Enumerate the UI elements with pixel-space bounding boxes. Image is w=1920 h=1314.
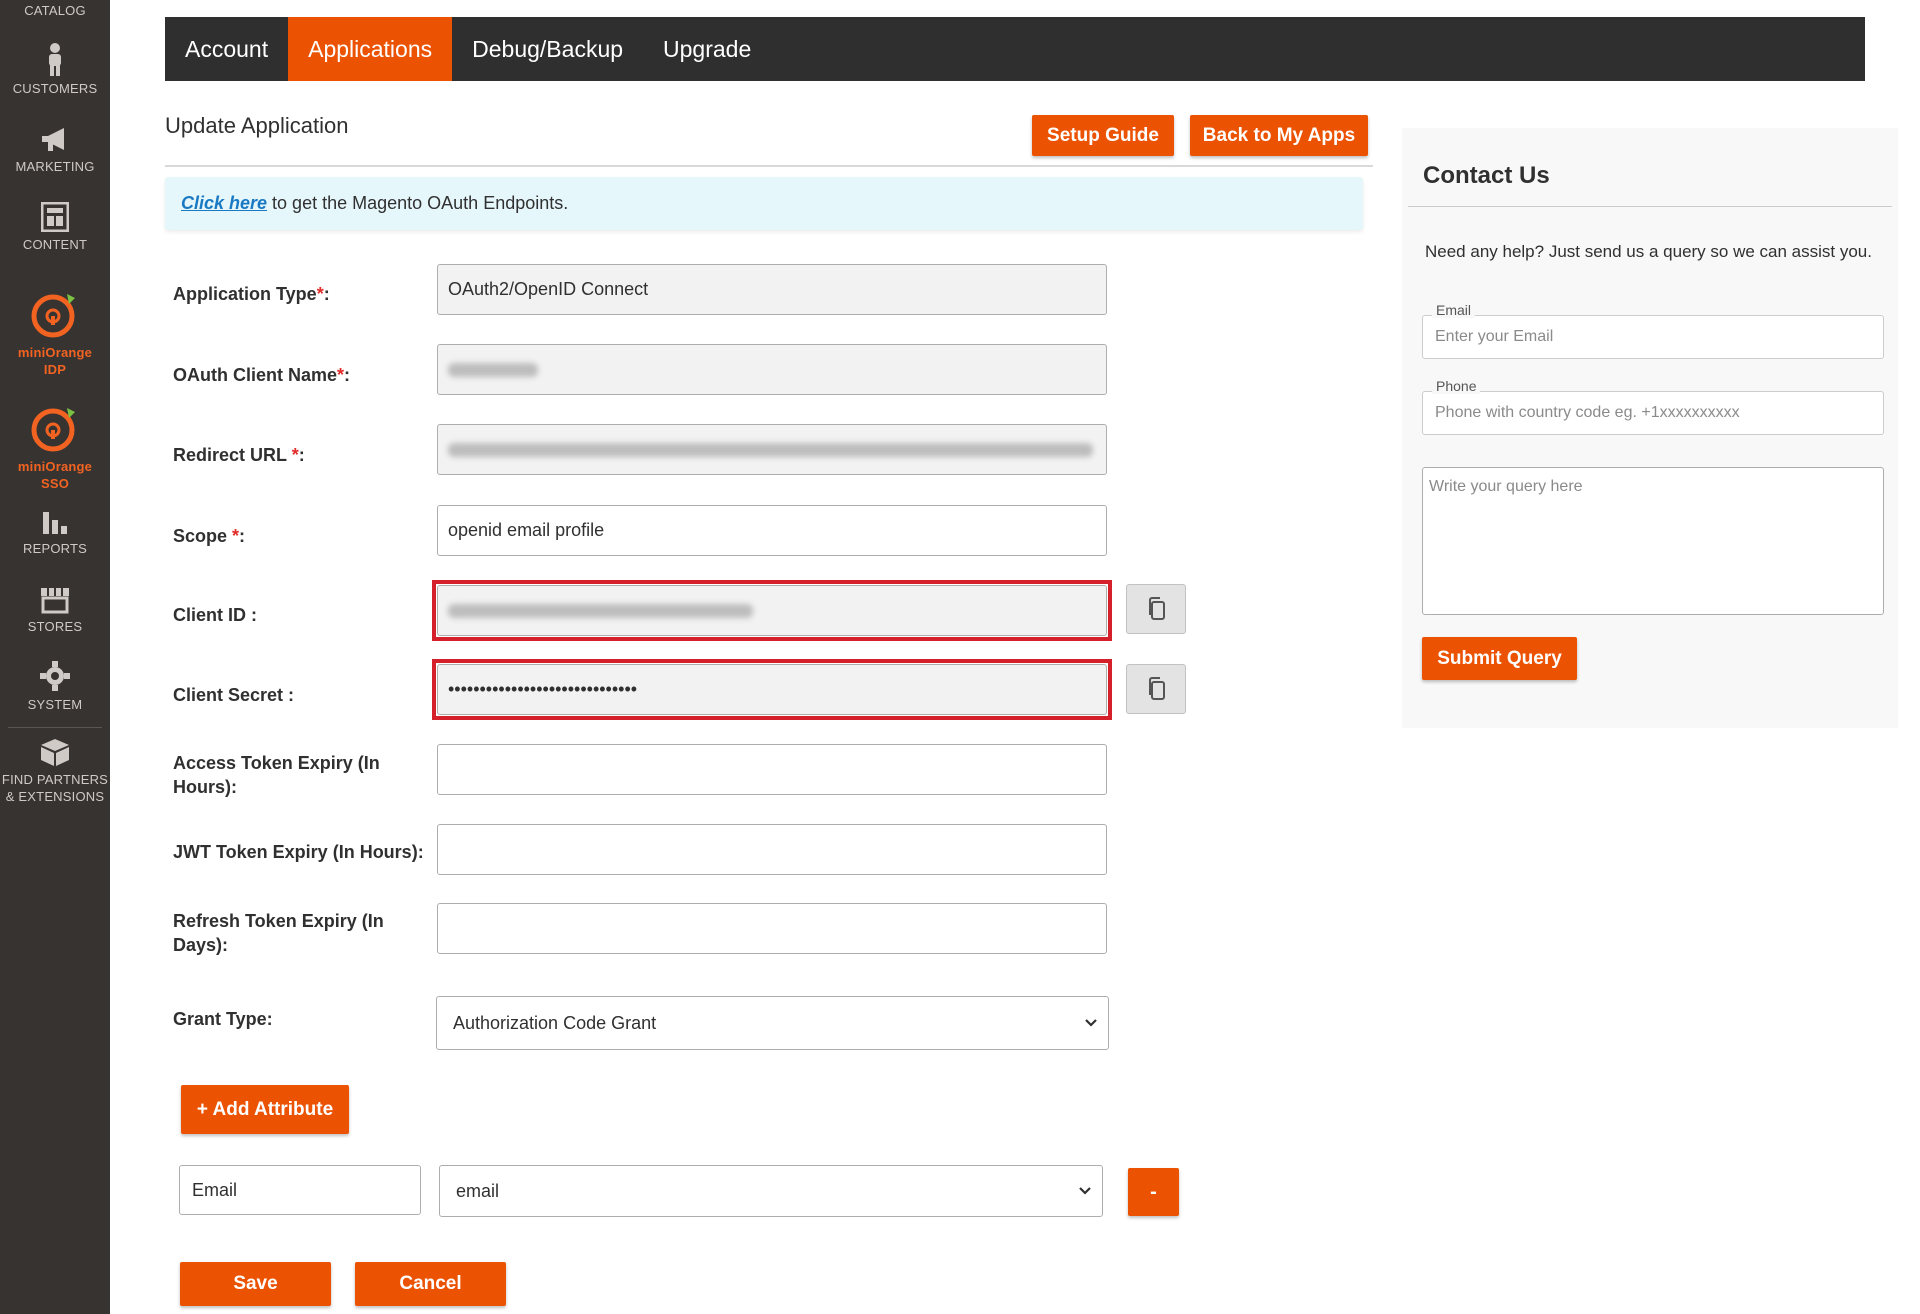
grant-type-value: Authorization Code Grant (453, 1013, 657, 1033)
sidebar-item-label: miniOrange (17, 345, 93, 360)
contact-help-text: Need any help? Just send us a query so w… (1425, 242, 1872, 261)
blurred-value (448, 442, 1093, 457)
jwt-token-expiry-field[interactable] (437, 824, 1107, 875)
copy-client-secret-button[interactable] (1126, 664, 1186, 714)
tab-debug-backup[interactable]: Debug/Backup (452, 17, 643, 81)
sidebar-item-label: miniOrange (17, 459, 93, 474)
refresh-token-expiry-label: Refresh Token Expiry (In Days): (173, 911, 384, 955)
blurred-value (448, 362, 538, 377)
refresh-token-expiry-field[interactable] (437, 903, 1107, 954)
sidebar-item-content[interactable]: CONTENT (0, 202, 110, 253)
sidebar-item-reports[interactable]: REPORTS (0, 508, 110, 557)
remove-attribute-button[interactable]: - (1128, 1168, 1179, 1216)
client-id-label: Client ID : (173, 605, 257, 625)
copy-client-id-button[interactable] (1126, 584, 1186, 634)
attribute-value-select[interactable]: email (439, 1165, 1103, 1217)
contact-query-textarea[interactable]: Write your query here (1422, 467, 1884, 615)
contact-title: Contact Us (1423, 162, 1550, 189)
sidebar-item-find-partners[interactable]: FIND PARTNERS & EXTENSIONS (0, 737, 110, 805)
layout-icon (41, 202, 69, 232)
miniorange-logo-icon (31, 294, 75, 338)
header-divider (165, 165, 1373, 167)
client-secret-label: Client Secret : (173, 685, 295, 705)
copy-icon (1149, 677, 1165, 700)
client-name-field[interactable] (437, 344, 1107, 395)
sidebar-item-label: IDP (43, 362, 67, 377)
contact-email-label: Email (1432, 302, 1476, 318)
contact-phone-input[interactable]: Phone with country code eg. +1xxxxxxxxxx (1422, 391, 1884, 435)
sidebar-item-system[interactable]: SYSTEM (0, 660, 110, 713)
save-button[interactable]: Save (180, 1262, 331, 1306)
redirect-url-label: Redirect URL *: (173, 445, 305, 465)
attribute-name-field[interactable]: Email (179, 1165, 421, 1215)
add-attribute-button[interactable]: + Add Attribute (181, 1085, 349, 1134)
redirect-url-field[interactable] (437, 424, 1107, 475)
attribute-value: email (456, 1181, 500, 1201)
sidebar-item-label: CONTENT (22, 237, 88, 252)
store-icon (41, 588, 69, 614)
tab-upgrade[interactable]: Upgrade (643, 17, 771, 81)
scope-label: Scope *: (173, 526, 246, 546)
contact-phone-label: Phone (1432, 378, 1481, 394)
access-token-expiry-label: Access Token Expiry (In Hours): (173, 753, 380, 797)
contact-email-input[interactable]: Enter your Email (1422, 315, 1884, 359)
app-type-field[interactable]: OAuth2/OpenID Connect (437, 264, 1107, 315)
sidebar-item-customers[interactable]: CUSTOMERS (0, 42, 110, 97)
top-nav: Account Applications Debug/Backup Upgrad… (165, 17, 1865, 81)
admin-sidebar: CATALOG CUSTOMERS MARKETING CONTENT mini… (0, 0, 110, 1314)
app-type-label: Application Type*: (173, 284, 330, 304)
copy-icon (1149, 597, 1165, 620)
sidebar-item-label: SYSTEM (27, 697, 83, 712)
sidebar-item-label: SSO (40, 476, 70, 491)
megaphone-icon (42, 128, 64, 151)
sidebar-item-label: FIND PARTNERS (1, 772, 109, 787)
tab-applications[interactable]: Applications (288, 17, 453, 81)
miniorange-logo-icon (31, 408, 75, 452)
cancel-button[interactable]: Cancel (355, 1262, 506, 1306)
sidebar-item-label: & EXTENSIONS (5, 789, 105, 804)
contact-divider (1408, 206, 1892, 207)
sidebar-item-label: CUSTOMERS (12, 81, 98, 96)
client-id-highlight (432, 580, 1112, 641)
client-name-label: OAuth Client Name*: (173, 365, 351, 385)
jwt-token-expiry-label: JWT Token Expiry (In Hours): (173, 842, 424, 862)
sidebar-item-label: CATALOG (24, 3, 86, 18)
sidebar-item-label: MARKETING (15, 159, 95, 174)
sidebar-item-label: STORES (27, 619, 83, 634)
click-here-link[interactable]: Click here (181, 193, 267, 213)
sidebar-item-catalog[interactable]: CATALOG (0, 2, 110, 19)
sidebar-divider (8, 727, 102, 728)
sidebar-item-label: REPORTS (22, 541, 87, 556)
client-secret-highlight (432, 659, 1112, 720)
info-text: to get the Magento OAuth Endpoints. (267, 193, 569, 213)
sidebar-item-stores[interactable]: STORES (0, 586, 110, 635)
grant-type-select[interactable]: Authorization Code Grant (436, 996, 1109, 1050)
tab-account[interactable]: Account (165, 17, 288, 81)
bar-chart-icon (43, 512, 67, 534)
sidebar-item-miniorange-idp[interactable]: miniOrange IDP (0, 288, 110, 378)
person-icon (49, 43, 61, 76)
chevron-down-icon (1085, 1019, 1097, 1027)
endpoints-info-bar: Click here to get the Magento OAuth Endp… (165, 177, 1363, 230)
submit-query-button[interactable]: Submit Query (1422, 637, 1577, 680)
page-title: Update Application (165, 113, 349, 138)
grant-type-label: Grant Type: (173, 1009, 273, 1029)
access-token-expiry-field[interactable] (437, 744, 1107, 795)
box-icon (41, 739, 69, 766)
sidebar-item-marketing[interactable]: MARKETING (0, 126, 110, 175)
chevron-down-icon (1079, 1187, 1091, 1195)
gear-icon (40, 661, 70, 691)
setup-guide-button[interactable]: Setup Guide (1032, 115, 1174, 156)
sidebar-item-miniorange-sso[interactable]: miniOrange SSO (0, 402, 110, 492)
scope-field[interactable]: openid email profile (437, 505, 1107, 556)
back-to-my-apps-button[interactable]: Back to My Apps (1190, 115, 1368, 156)
